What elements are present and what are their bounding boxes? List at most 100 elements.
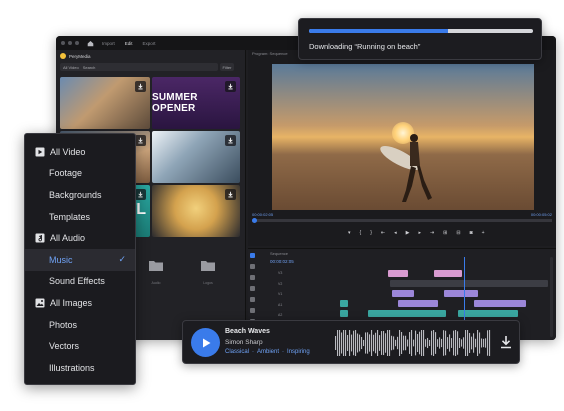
go-to-in-icon[interactable]: ⇤	[381, 230, 385, 236]
menu-item-label: Photos	[49, 319, 78, 330]
menu-edit[interactable]: Edit	[125, 41, 133, 46]
track-label: A1	[278, 302, 283, 307]
timeline-tab[interactable]: Sequence	[270, 251, 288, 256]
waveform-bar	[353, 330, 355, 356]
download-icon[interactable]	[225, 189, 236, 200]
bracket-in-icon[interactable]: {	[360, 230, 362, 236]
menu-illustrations[interactable]: Illustrations	[25, 357, 135, 379]
image-icon	[35, 298, 45, 308]
tag-link[interactable]: Inspiring	[287, 349, 310, 355]
waveform-bar	[465, 330, 467, 356]
search-input[interactable]: Search	[83, 65, 96, 70]
add-icon[interactable]: +	[482, 230, 485, 236]
waveform-bar	[391, 335, 393, 351]
waveform-bar	[457, 331, 459, 355]
waveform-bar	[379, 335, 381, 351]
download-icon[interactable]	[135, 189, 146, 200]
download-icon[interactable]	[500, 335, 512, 349]
waveform-bar	[443, 330, 445, 356]
waveform-bar	[355, 330, 357, 356]
insert-icon[interactable]: ⊞	[443, 230, 447, 236]
menu-footage[interactable]: Footage	[25, 163, 135, 185]
filter-button[interactable]: Filter	[220, 63, 234, 71]
timeline-clip[interactable]	[474, 300, 526, 307]
download-icon[interactable]	[225, 135, 236, 146]
window-controls	[61, 41, 79, 45]
scrub-handle[interactable]	[252, 218, 257, 223]
razor-tool-icon[interactable]	[250, 286, 255, 291]
timeline-clip[interactable]	[444, 290, 478, 297]
menu-templates[interactable]: Templates	[25, 206, 135, 228]
maximize-dot[interactable]	[75, 41, 79, 45]
search-bar[interactable]: All Video Search	[60, 63, 218, 71]
timeline-scrollbar[interactable]	[550, 257, 553, 337]
menu-import[interactable]: Import	[102, 41, 115, 46]
waveform-bar	[365, 332, 367, 354]
download-status: Downloading “Running on beach”	[309, 42, 421, 51]
camera-icon[interactable]: ◙	[470, 230, 473, 236]
waveform[interactable]	[335, 329, 491, 357]
step-back-icon[interactable]: ◂	[394, 230, 397, 236]
download-icon[interactable]	[225, 81, 236, 92]
media-thumbnail[interactable]	[152, 185, 240, 237]
menu-music[interactable]: Music ✓	[25, 248, 135, 271]
menu-sound-effects[interactable]: Sound Effects	[25, 271, 135, 293]
folder-audio[interactable]: Audio	[149, 260, 163, 285]
close-dot[interactable]	[61, 41, 65, 45]
timeline-clip[interactable]	[398, 300, 438, 307]
ripple-tool-icon[interactable]	[250, 275, 255, 280]
play-button[interactable]	[191, 328, 220, 357]
track-label: V1	[278, 292, 283, 296]
folder-label: Audio	[151, 281, 161, 285]
timeline-clip[interactable]	[392, 290, 414, 297]
play-icon[interactable]: ▶	[406, 230, 410, 236]
tag-link[interactable]: Ambient	[257, 349, 279, 355]
menu-export[interactable]: Export	[143, 41, 156, 46]
folder-logos[interactable]: Logos	[201, 260, 215, 285]
timeline-clip[interactable]	[368, 310, 446, 317]
download-icon[interactable]	[135, 135, 146, 146]
timeline-timecode: 00:00:02:05	[270, 259, 294, 264]
home-icon[interactable]	[87, 40, 94, 47]
timeline-clip[interactable]	[390, 280, 548, 287]
timeline-clip[interactable]	[458, 310, 518, 317]
overwrite-icon[interactable]: ⊟	[456, 230, 460, 236]
menu-all-video[interactable]: All Video	[25, 141, 135, 163]
waveform-bar	[375, 332, 377, 354]
go-to-out-icon[interactable]: ⇥	[430, 230, 434, 236]
menu-all-audio[interactable]: All Audio	[25, 227, 135, 249]
waveform-bar	[387, 330, 389, 356]
timeline-clip[interactable]	[388, 270, 408, 277]
step-forward-icon[interactable]: ▸	[418, 230, 421, 236]
menu-vectors[interactable]: Vectors	[25, 335, 135, 357]
checkmark-icon: ✓	[118, 253, 126, 264]
bracket-out-icon[interactable]: }	[370, 230, 372, 236]
waveform-bar	[421, 330, 423, 356]
select-tool-icon[interactable]	[250, 253, 255, 258]
timeline-clip[interactable]	[340, 310, 348, 317]
media-thumbnail[interactable]	[152, 131, 240, 183]
menu-all-images[interactable]: All Images	[25, 292, 135, 314]
media-thumbnail[interactable]: SUMMER OPENER	[152, 77, 240, 129]
menu-backgrounds[interactable]: Backgrounds	[25, 184, 135, 206]
current-time: 00:00:02:05	[252, 212, 274, 217]
preview-tab[interactable]: Program: Sequence	[252, 51, 288, 56]
slip-tool-icon[interactable]	[250, 297, 255, 302]
track-select-tool-icon[interactable]	[250, 264, 255, 269]
timeline-clip[interactable]	[340, 300, 348, 307]
minimize-dot[interactable]	[68, 41, 72, 45]
download-progress-bar	[309, 29, 533, 33]
scrub-bar[interactable]	[252, 218, 552, 223]
waveform-bar	[407, 339, 409, 347]
download-icon[interactable]	[135, 81, 146, 92]
menu-photos[interactable]: Photos	[25, 314, 135, 336]
waveform-bar	[489, 330, 491, 356]
pen-tool-icon[interactable]	[250, 308, 255, 313]
menu-item-label: All Video	[50, 146, 86, 157]
timeline-clip[interactable]	[434, 270, 462, 277]
media-thumbnail[interactable]	[60, 77, 150, 129]
mark-in-icon[interactable]: ▾	[348, 230, 351, 236]
video-preview[interactable]	[272, 64, 534, 210]
search-scope[interactable]: All Video	[63, 65, 79, 70]
tag-link[interactable]: Classical	[225, 349, 249, 355]
